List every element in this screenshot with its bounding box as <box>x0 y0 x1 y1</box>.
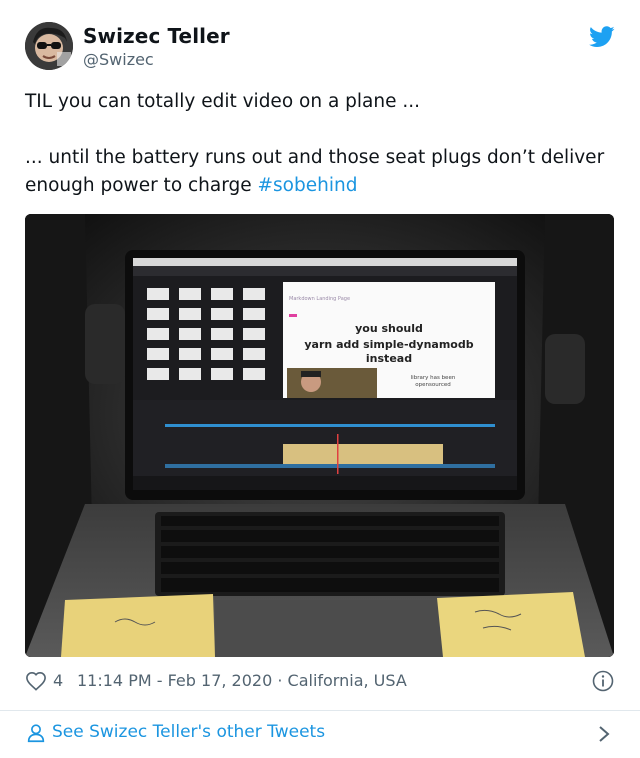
other-tweets-link[interactable]: See Swizec Teller's other Tweets <box>0 711 640 758</box>
slide-text-2: yarn add simple-dynamodb <box>304 338 473 351</box>
user-name[interactable]: Swizec Teller <box>83 24 230 48</box>
tweet-header: Swizec Teller @Swizec <box>25 22 615 72</box>
hashtag-link[interactable]: #sobehind <box>258 175 358 196</box>
like-count[interactable]: 4 <box>53 671 63 690</box>
info-icon[interactable] <box>591 669 615 693</box>
laptop-photo: Markdown Landing Page you should yarn ad… <box>25 214 614 657</box>
slide-heading: Markdown Landing Page <box>289 296 350 302</box>
slide-note-2: opensourced <box>415 382 450 388</box>
slide-text-1: you should <box>355 322 423 335</box>
avatar[interactable] <box>25 22 73 70</box>
twitter-bird-icon[interactable] <box>589 26 615 48</box>
user-handle[interactable]: @Swizec <box>83 50 154 69</box>
user-icon <box>27 724 45 743</box>
tweet-photo[interactable]: Markdown Landing Page you should yarn ad… <box>25 214 614 657</box>
tweet-timestamp[interactable]: 11:14 PM - Feb 17, 2020 · California, US… <box>77 671 407 690</box>
slide-text-3: instead <box>366 352 412 365</box>
heart-icon[interactable] <box>25 671 47 691</box>
tweet-text: TIL you can totally edit video on a plan… <box>25 88 615 200</box>
chevron-right-icon[interactable] <box>596 723 612 745</box>
slide-note-1: library has been <box>411 375 456 381</box>
tweet-line-1: TIL you can totally edit video on a plan… <box>25 91 421 112</box>
tweet-meta: 4 11:14 PM - Feb 17, 2020 · California, … <box>25 668 615 696</box>
other-tweets-link-text[interactable]: See Swizec Teller's other Tweets <box>52 722 325 742</box>
tweet-line-2: ... until the battery runs out and those… <box>25 144 615 200</box>
